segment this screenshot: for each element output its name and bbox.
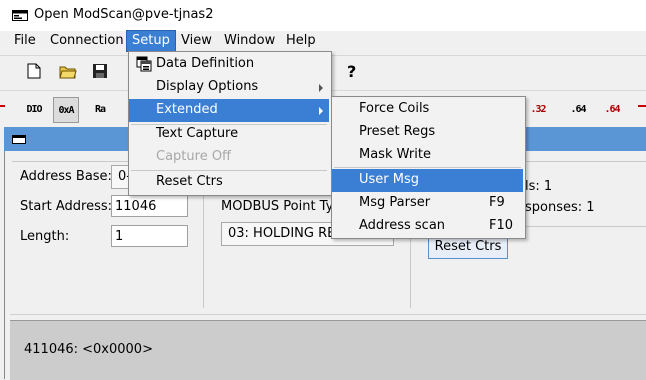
length-input[interactable]: 1: [111, 225, 188, 247]
menu-item-extended[interactable]: Extended: [129, 99, 329, 122]
menu-item-preset-regs[interactable]: Preset Regs: [332, 121, 523, 144]
new-file-icon[interactable]: [22, 59, 46, 83]
menu-window[interactable]: Window: [219, 31, 280, 51]
menu-item-msg-parser[interactable]: Msg Parser F9: [332, 192, 523, 215]
data-definition-icon: [136, 56, 152, 72]
menu-item-address-scan[interactable]: Address scan F10: [332, 215, 523, 238]
polls-counter: ls: 1: [525, 179, 553, 194]
float32-format-button[interactable]: .32: [526, 97, 550, 121]
menu-item-user-msg[interactable]: User Msg: [332, 169, 523, 192]
float64-format-button[interactable]: .64: [566, 97, 590, 121]
menu-connection[interactable]: Connection: [45, 31, 129, 51]
address-base-label: Address Base:: [20, 169, 112, 184]
ra-format-button[interactable]: Ra: [88, 97, 112, 121]
help-icon[interactable]: ?: [340, 59, 364, 83]
svg-text:?: ?: [347, 62, 356, 80]
register-value-line[interactable]: 411046: <0x0000>: [24, 342, 153, 357]
menu-separator: [334, 167, 521, 168]
modbus-point-type-label: MODBUS Point Typ: [221, 199, 342, 214]
dio-format-button[interactable]: DIO: [22, 97, 46, 121]
menu-item-force-coils[interactable]: Force Coils: [332, 98, 523, 121]
menu-item-capture-off: Capture Off: [156, 149, 232, 164]
hex-format-button[interactable]: 0xA: [53, 97, 79, 123]
menu-item-reset-ctrs[interactable]: Reset Ctrs: [129, 171, 329, 194]
window-title-bar: Open ModScan@pve-tjnas2: [0, 0, 646, 31]
extended-submenu: Force Coils Preset Regs Mask Write User …: [331, 96, 526, 239]
menu-item-display-options[interactable]: Display Options: [129, 76, 329, 99]
app-icon: [12, 10, 28, 21]
submenu-arrow-icon: [319, 107, 323, 115]
menu-help[interactable]: Help: [281, 31, 321, 51]
menu-setup[interactable]: Setup: [126, 30, 176, 52]
setup-menu-dropdown: Data Definition Display Options Extended…: [128, 51, 332, 196]
shortcut-f9: F9: [489, 195, 505, 210]
toolbar-edge-mark-right: [638, 105, 646, 107]
length-label: Length:: [20, 229, 70, 244]
shortcut-f10: F10: [489, 218, 514, 233]
responses-counter: sponses: 1: [525, 200, 595, 215]
menu-item-text-capture[interactable]: Text Capture: [129, 123, 329, 146]
save-icon[interactable]: [88, 59, 112, 83]
data-display-area: 411046: <0x0000>: [10, 320, 646, 380]
menu-item-data-definition[interactable]: Data Definition: [129, 53, 329, 76]
submenu-arrow-icon: [319, 84, 323, 92]
menu-item-mask-write[interactable]: Mask Write: [332, 144, 523, 167]
start-address-label: Start Address:: [20, 199, 113, 214]
toolbar-edge-mark: [0, 105, 5, 107]
float64-swap-format-button[interactable]: .64: [600, 97, 624, 121]
menubar: File Connection Setup View Window Help: [0, 30, 646, 52]
menu-view[interactable]: View: [176, 31, 217, 51]
window-title: Open ModScan@pve-tjnas2: [34, 7, 214, 22]
menu-file[interactable]: File: [9, 31, 41, 51]
child-window-icon: [12, 135, 26, 144]
splitter[interactable]: [10, 314, 646, 315]
open-folder-icon[interactable]: [56, 59, 80, 83]
start-address-input[interactable]: 11046: [111, 195, 188, 217]
